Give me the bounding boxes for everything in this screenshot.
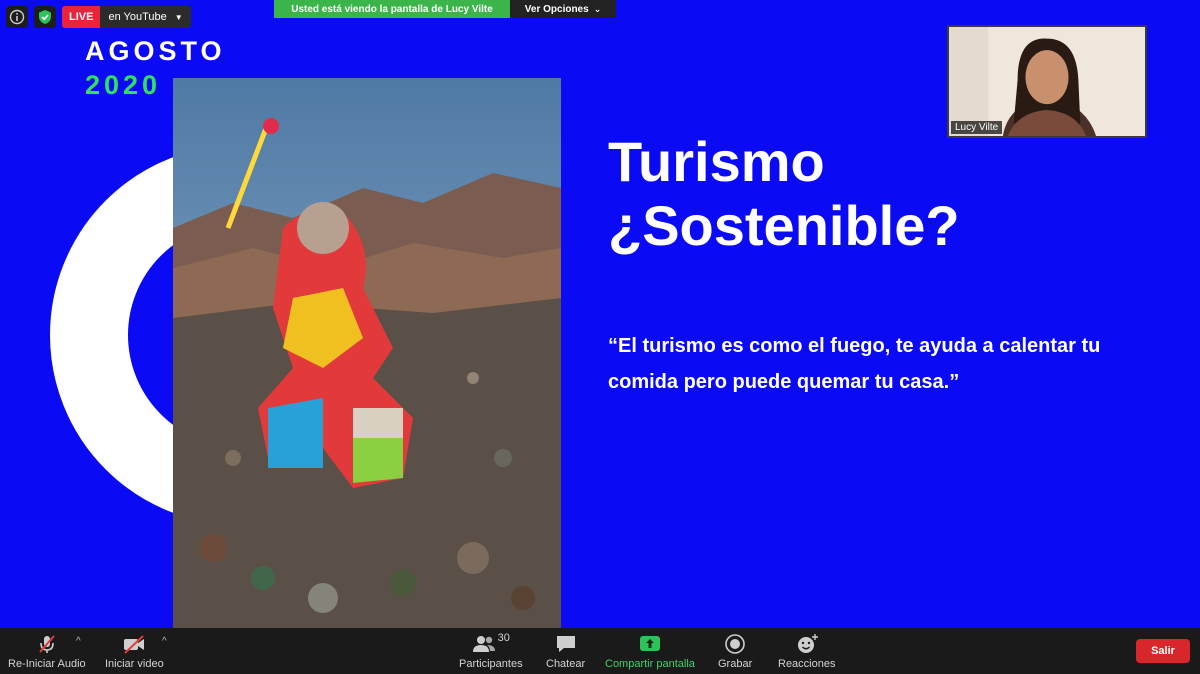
record-label: Grabar <box>718 658 753 670</box>
view-options-label: Ver Opciones <box>524 3 589 15</box>
chat-label: Chatear <box>546 658 586 670</box>
share-screen-button[interactable]: Compartir pantalla <box>605 632 695 670</box>
participant-video[interactable]: Lucy Vilte <box>947 25 1147 138</box>
view-options-button[interactable]: Ver Opciones ⌄ <box>510 0 616 18</box>
video-label: Iniciar video <box>105 658 164 670</box>
video-options-caret[interactable]: ^ <box>162 636 167 647</box>
slide-photo <box>173 78 561 628</box>
muted-mic-icon <box>36 632 58 656</box>
brand-year: 2020 <box>85 70 162 100</box>
leave-meeting-button[interactable]: Salir <box>1136 639 1190 663</box>
record-icon <box>724 632 746 656</box>
chat-bubble-icon <box>555 632 577 656</box>
participants-icon-wrap: 30 <box>472 632 510 656</box>
smiley-icon <box>795 632 819 656</box>
video-button[interactable]: Iniciar video <box>105 632 164 670</box>
participants-icon <box>472 636 495 652</box>
slide-quote-line2: comida pero puede quemar tu casa.” <box>608 371 960 393</box>
live-destination-wrap: en YouTube ▼ <box>100 6 191 28</box>
live-badge: LIVE <box>62 6 101 28</box>
slide-title-line1: Turismo <box>608 130 825 193</box>
reactions-label: Reacciones <box>778 658 836 670</box>
audio-options-caret[interactable]: ^ <box>76 636 81 647</box>
live-stream-dropdown[interactable]: LIVE en YouTube ▼ <box>62 6 191 28</box>
security-shield-icon[interactable] <box>34 6 56 28</box>
participants-count: 30 <box>497 632 510 644</box>
audio-button[interactable]: Re-Iniciar Audio <box>8 632 86 670</box>
meeting-info-icon[interactable] <box>6 6 28 28</box>
camera-off-icon <box>122 632 146 656</box>
caret-down-icon: ▼ <box>174 12 183 22</box>
share-banner: Usted está viendo la pantalla de Lucy Vi… <box>274 0 510 18</box>
slide-title: Turismo ¿Sostenible? <box>608 130 960 258</box>
reactions-button[interactable]: Reacciones <box>778 632 835 670</box>
brand-month: AGOSTO <box>85 36 226 66</box>
slide-quote: “El turismo es como el fuego, te ayuda a… <box>608 328 1148 400</box>
participants-label: Participantes <box>459 658 523 670</box>
meeting-controls-bar: Re-Iniciar Audio ^ Iniciar video ^ 30 Pa… <box>0 628 1200 674</box>
chat-button[interactable]: Chatear <box>546 632 585 670</box>
slide-quote-line1: “El turismo es como el fuego, te ayuda a… <box>608 335 1101 357</box>
share-screen-icon <box>639 632 661 656</box>
record-button[interactable]: Grabar <box>718 632 752 670</box>
participants-button[interactable]: 30 Participantes <box>459 632 523 670</box>
chevron-down-icon: ⌄ <box>593 3 602 14</box>
participant-name: Lucy Vilte <box>951 121 1003 134</box>
slide-title-line2: ¿Sostenible? <box>608 194 960 257</box>
share-screen-label: Compartir pantalla <box>605 658 695 670</box>
live-destination: en YouTube <box>108 11 167 23</box>
audio-label: Re-Iniciar Audio <box>8 658 86 670</box>
